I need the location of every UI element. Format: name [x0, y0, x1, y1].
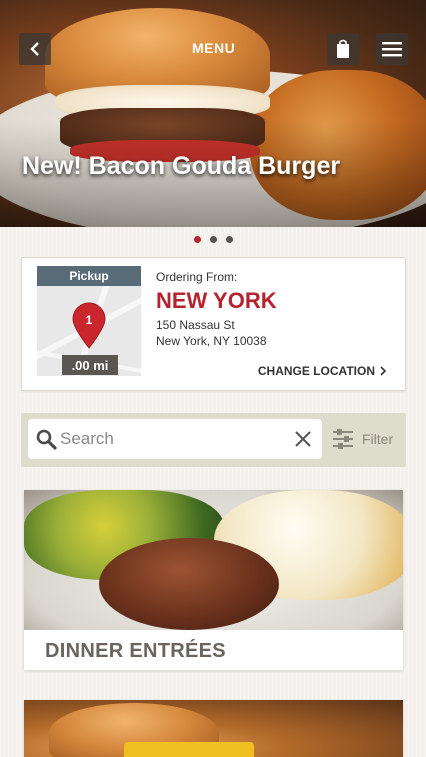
search-input[interactable]	[60, 427, 290, 451]
hero-title: New! Bacon Gouda Burger	[22, 152, 341, 180]
change-location-label: CHANGE LOCATION	[257, 364, 375, 378]
carousel-dot-2[interactable]	[209, 236, 217, 243]
menu-title[interactable]: MENU	[192, 40, 235, 56]
category-card-burgers[interactable]	[24, 700, 403, 757]
location-map[interactable]: Pickup 1 .00 mi	[37, 266, 141, 376]
search-bar: Filter	[21, 413, 406, 467]
hamburger-menu-button[interactable]	[376, 33, 408, 65]
location-city: NEW YORK	[156, 288, 277, 313]
distance-badge: .00 mi	[62, 355, 118, 375]
hamburger-icon	[382, 42, 402, 57]
close-icon[interactable]	[294, 430, 312, 448]
chevron-left-icon	[30, 42, 39, 56]
change-location-link[interactable]: CHANGE LOCATION	[258, 364, 387, 378]
pin-number: 1	[86, 313, 93, 327]
hero-banner[interactable]: MENU New! Bacon Gouda Burger	[0, 0, 426, 227]
shopping-bag-icon	[337, 39, 349, 58]
pickup-label: Pickup	[37, 266, 141, 286]
location-card: Pickup 1 .00 mi Ordering From: NEW YORK …	[21, 257, 406, 391]
chevron-right-icon	[380, 366, 387, 376]
carousel-dot-1[interactable]	[193, 236, 201, 243]
ordering-from-label: Ordering From:	[156, 270, 238, 284]
sliders-icon	[333, 429, 353, 449]
category-image	[24, 490, 403, 630]
filter-label: Filter	[362, 431, 394, 447]
category-card-dinner-entrees[interactable]: DINNER ENTRÉES	[24, 490, 403, 670]
search-field	[28, 419, 322, 459]
address-line1: 150 Nassau St	[156, 318, 235, 332]
cart-button[interactable]	[327, 33, 359, 65]
carousel-dot-3[interactable]	[225, 236, 233, 243]
category-label: DINNER ENTRÉES	[45, 640, 226, 662]
category-image-steak	[99, 538, 279, 630]
address-line2: New York, NY 10038	[156, 334, 267, 348]
back-button[interactable]	[19, 33, 51, 65]
category-image-cheese	[124, 742, 254, 757]
magnifier-icon	[36, 429, 57, 450]
carousel-dots	[0, 236, 426, 243]
map-pin-icon: 1	[72, 302, 106, 349]
filter-button[interactable]: Filter	[332, 428, 393, 450]
